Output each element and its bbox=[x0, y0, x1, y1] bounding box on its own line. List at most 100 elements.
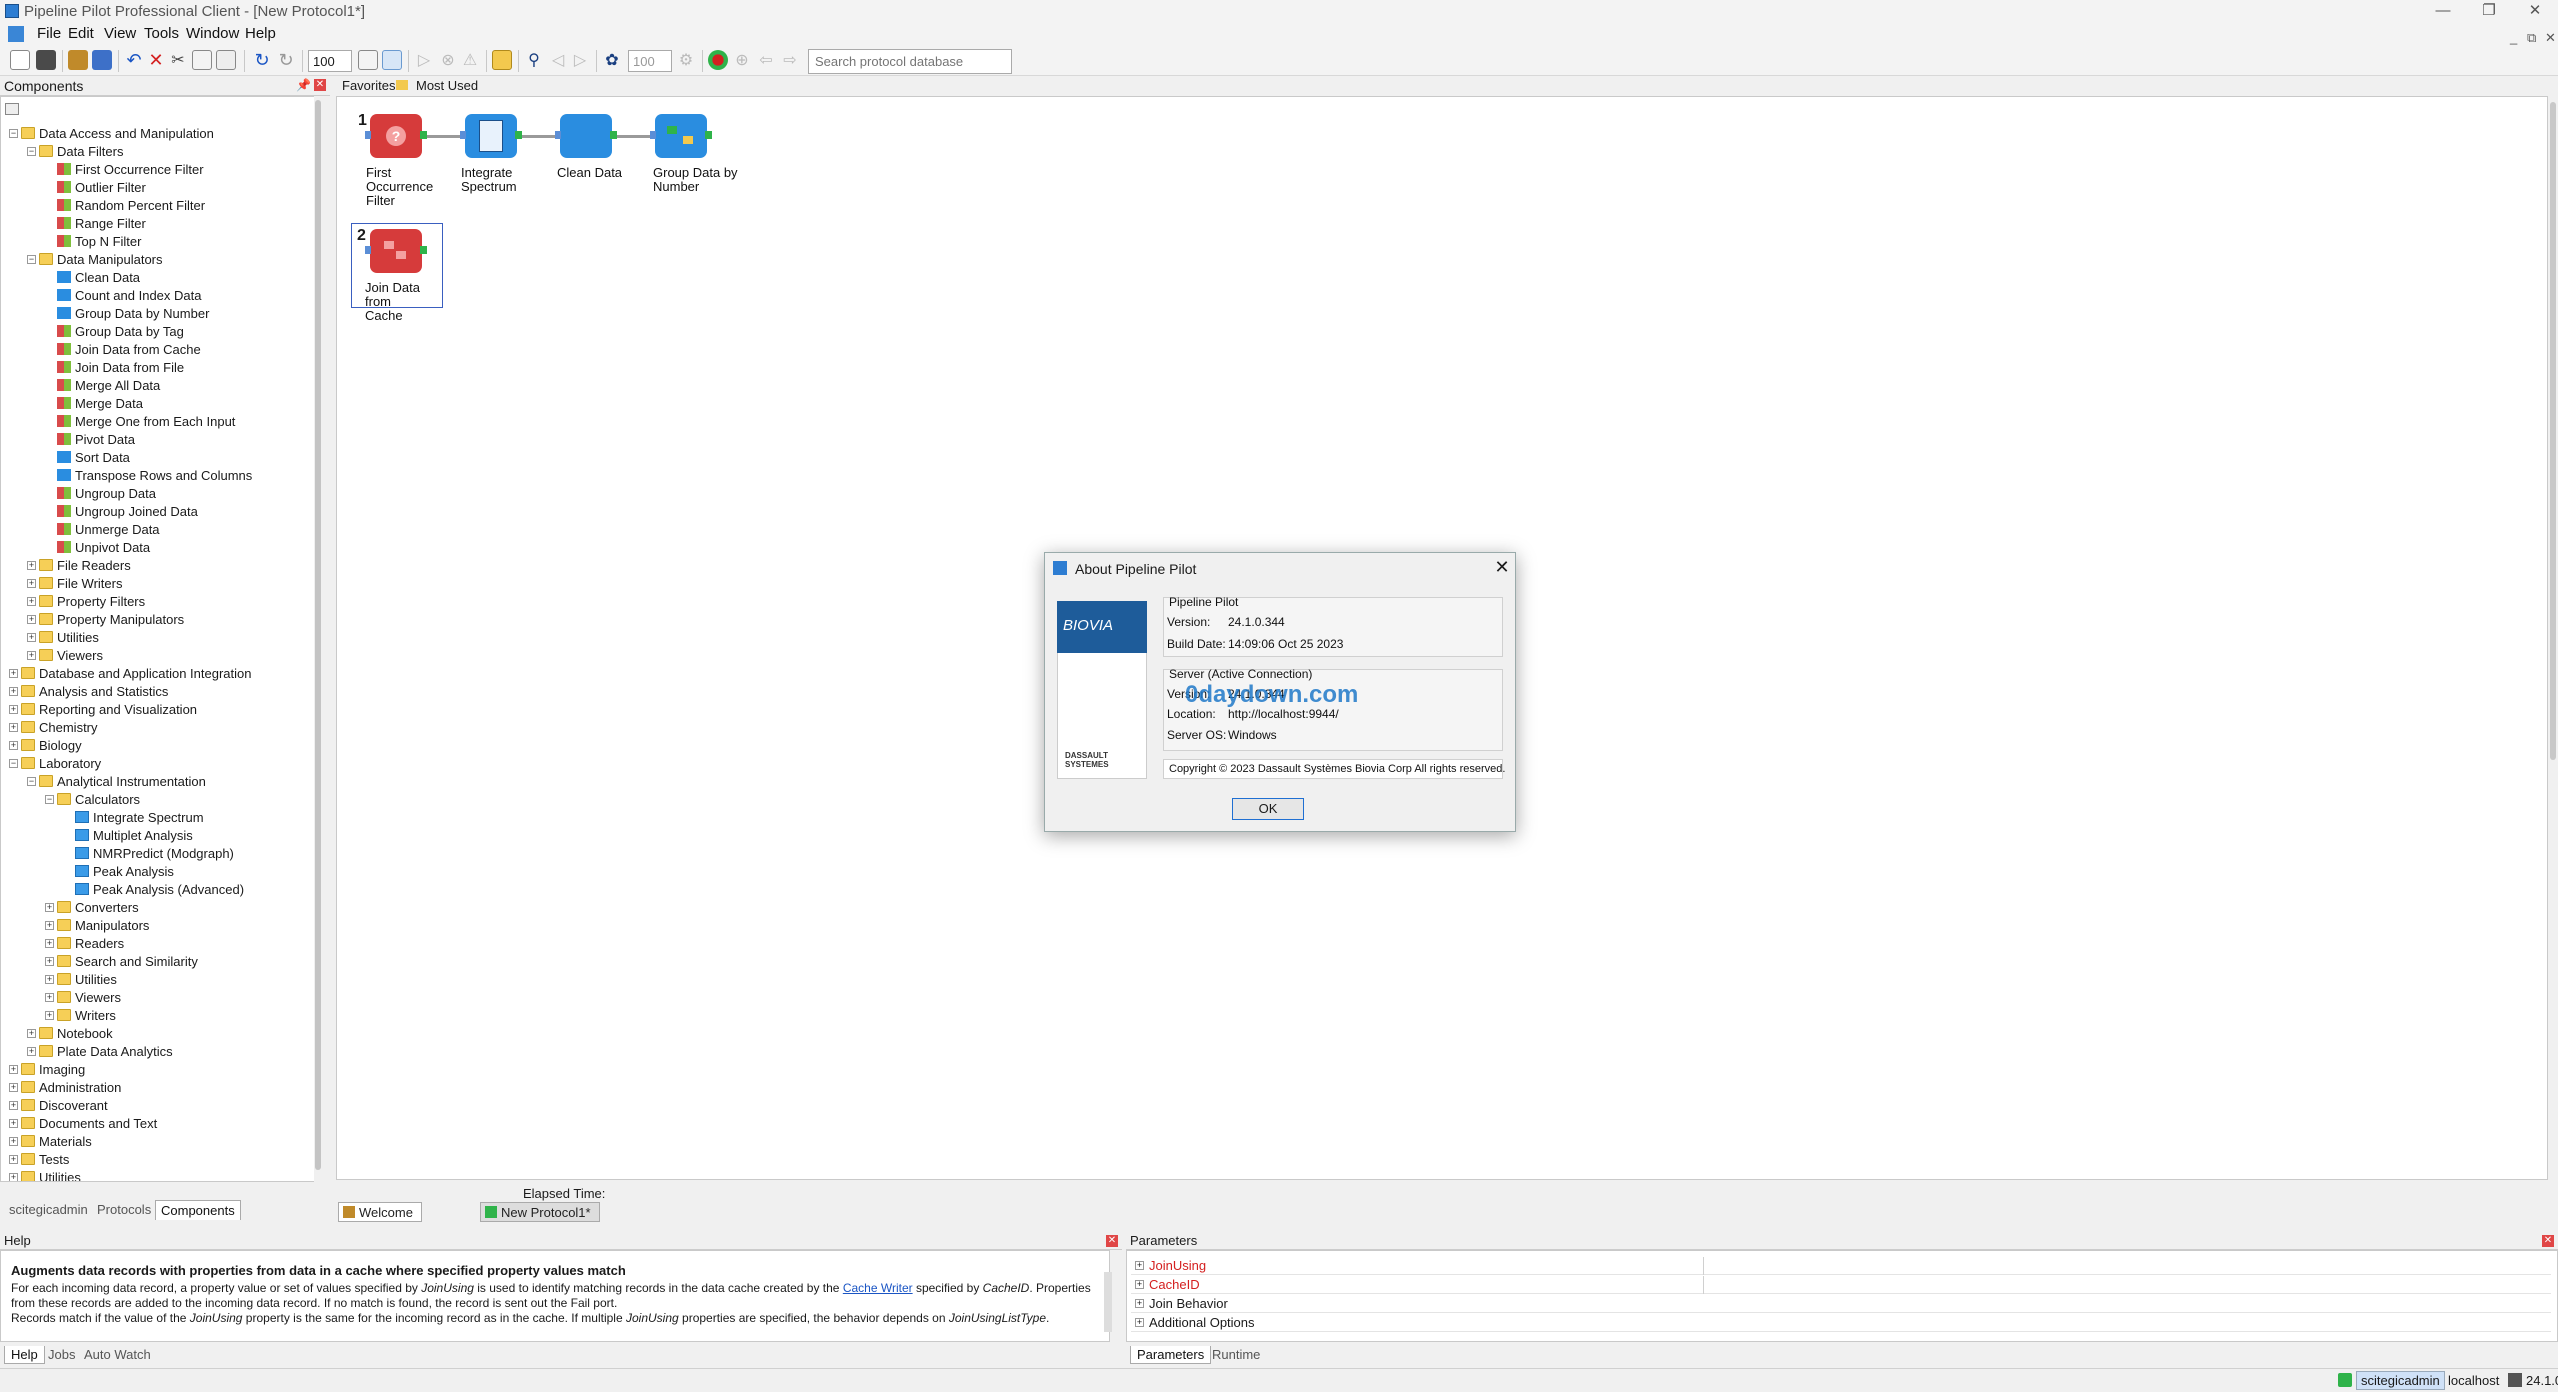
param-row-join-behavior[interactable]: + Join Behavior bbox=[1131, 1295, 2551, 1313]
menu-edit[interactable]: Edit bbox=[68, 25, 94, 42]
tab-protocols[interactable]: Protocols bbox=[92, 1200, 156, 1220]
tab-most-used[interactable]: Most Used bbox=[416, 78, 478, 93]
output-port[interactable] bbox=[420, 246, 427, 254]
expand-icon[interactable]: + bbox=[27, 561, 36, 570]
tab-parameters[interactable]: Parameters bbox=[1130, 1346, 1212, 1364]
canvas-scrollbar[interactable] bbox=[2548, 96, 2558, 1180]
collapse-icon[interactable]: − bbox=[45, 795, 54, 804]
expand-icon[interactable]: + bbox=[9, 1173, 18, 1181]
expand-icon[interactable]: + bbox=[27, 597, 36, 606]
expand-icon[interactable]: + bbox=[27, 579, 36, 588]
cache-writer-link[interactable]: Cache Writer bbox=[843, 1281, 913, 1295]
expand-icon[interactable]: + bbox=[45, 1011, 54, 1020]
copy-icon[interactable] bbox=[192, 50, 212, 70]
output-port[interactable] bbox=[610, 131, 617, 139]
tab-welcome[interactable]: Welcome bbox=[338, 1202, 422, 1222]
expand-icon[interactable]: + bbox=[27, 651, 36, 660]
expand-icon[interactable]: + bbox=[45, 921, 54, 930]
param-row-joinusing[interactable]: + JoinUsing bbox=[1131, 1257, 2551, 1275]
expand-icon[interactable]: + bbox=[27, 633, 36, 642]
close-window-button[interactable]: ✕ bbox=[2512, 0, 2558, 22]
expand-icon[interactable]: + bbox=[9, 1119, 18, 1128]
expand-icon[interactable]: + bbox=[9, 741, 18, 750]
mdi-minimize-button[interactable]: _ bbox=[2510, 30, 2517, 45]
tab-new-protocol[interactable]: New Protocol1* bbox=[480, 1202, 600, 1222]
output-port[interactable] bbox=[705, 131, 712, 139]
node-first-occurrence-filter[interactable]: ? bbox=[365, 114, 427, 158]
expand-icon[interactable]: + bbox=[9, 705, 18, 714]
tab-runtime[interactable]: Runtime bbox=[1206, 1346, 1266, 1364]
collapse-icon[interactable]: − bbox=[27, 147, 36, 156]
expand-icon[interactable]: + bbox=[27, 615, 36, 624]
play-icon[interactable]: ▷ bbox=[414, 50, 434, 70]
expand-icon[interactable]: + bbox=[45, 975, 54, 984]
node-clean-data[interactable] bbox=[555, 114, 617, 158]
back-icon[interactable]: ◁ bbox=[548, 50, 568, 70]
expand-icon[interactable]: + bbox=[1135, 1318, 1144, 1327]
node-group-data-by-number[interactable] bbox=[650, 114, 712, 158]
expand-icon[interactable]: + bbox=[9, 1083, 18, 1092]
menu-tools[interactable]: Tools bbox=[144, 25, 179, 42]
mdi-restore-button[interactable]: ⧉ bbox=[2527, 30, 2536, 46]
pin-icon[interactable]: 📌 bbox=[296, 78, 311, 92]
output-port[interactable] bbox=[420, 131, 427, 139]
prev-icon[interactable]: ⇦ bbox=[756, 50, 776, 70]
rotate-icon[interactable]: ↻ bbox=[252, 50, 272, 70]
maximize-button[interactable]: ❐ bbox=[2466, 0, 2512, 22]
expand-icon[interactable]: + bbox=[9, 723, 18, 732]
tab-auto-watch[interactable]: Auto Watch bbox=[78, 1346, 157, 1364]
input-port[interactable] bbox=[365, 131, 371, 139]
fit-icon[interactable] bbox=[358, 50, 378, 70]
search-input[interactable] bbox=[808, 49, 1012, 74]
undo-icon[interactable]: ↶ bbox=[124, 50, 144, 70]
binoculars-icon[interactable]: ⚲ bbox=[524, 50, 544, 70]
status-user[interactable]: scitegicadmin bbox=[2356, 1371, 2445, 1390]
cut-icon[interactable]: ✂ bbox=[168, 50, 188, 70]
print-icon[interactable] bbox=[68, 50, 88, 70]
help-close-icon[interactable]: ✕ bbox=[1106, 1235, 1118, 1247]
settings-icon[interactable]: ⚙ bbox=[676, 50, 696, 70]
param-value-field[interactable] bbox=[1703, 1257, 2551, 1275]
zoom2-combo[interactable]: 100 bbox=[628, 50, 672, 72]
menu-file[interactable]: File bbox=[37, 25, 61, 42]
parameters-close-icon[interactable]: ✕ bbox=[2542, 1235, 2554, 1247]
param-value-field[interactable] bbox=[1703, 1276, 2551, 1294]
stop-icon[interactable]: ⊗ bbox=[438, 50, 458, 70]
debug-icon[interactable]: ✿ bbox=[602, 50, 622, 70]
expand-icon[interactable]: + bbox=[9, 1137, 18, 1146]
expand-icon[interactable]: + bbox=[1135, 1261, 1144, 1270]
expand-icon[interactable]: + bbox=[9, 687, 18, 696]
folder-icon[interactable] bbox=[492, 50, 512, 70]
expand-icon[interactable]: + bbox=[1135, 1299, 1144, 1308]
menu-view[interactable]: View bbox=[104, 25, 136, 42]
delete-icon[interactable]: ✕ bbox=[146, 50, 166, 70]
input-port[interactable] bbox=[460, 131, 466, 139]
refresh-icon[interactable]: ↻ bbox=[276, 50, 296, 70]
input-port[interactable] bbox=[650, 131, 656, 139]
expand-icon[interactable]: + bbox=[9, 1155, 18, 1164]
expand-icon[interactable]: + bbox=[45, 939, 54, 948]
input-port[interactable] bbox=[555, 131, 561, 139]
expand-icon[interactable]: + bbox=[45, 957, 54, 966]
tree-toolbar-icon[interactable] bbox=[5, 103, 19, 115]
ok-button[interactable]: OK bbox=[1232, 798, 1304, 820]
next-icon[interactable]: ⇨ bbox=[780, 50, 800, 70]
minimize-button[interactable]: — bbox=[2420, 0, 2466, 22]
app-menu-icon[interactable] bbox=[8, 26, 24, 42]
tab-scitegicadmin[interactable]: scitegicadmin bbox=[4, 1200, 93, 1220]
mdi-close-button[interactable]: ✕ bbox=[2545, 30, 2556, 46]
menu-help[interactable]: Help bbox=[245, 25, 276, 42]
scroll-thumb[interactable] bbox=[2550, 102, 2556, 760]
tab-help[interactable]: Help bbox=[4, 1346, 45, 1364]
forward-icon[interactable]: ▷ bbox=[570, 50, 590, 70]
tab-jobs[interactable]: Jobs bbox=[42, 1346, 81, 1364]
collapse-icon[interactable]: − bbox=[9, 129, 18, 138]
expand-icon[interactable] bbox=[382, 50, 402, 70]
pause-icon[interactable]: ⚠ bbox=[460, 50, 480, 70]
expand-icon[interactable]: + bbox=[9, 669, 18, 678]
components-scrollbar[interactable] bbox=[314, 96, 322, 1182]
expand-icon[interactable]: + bbox=[1135, 1280, 1144, 1289]
zoom-combo[interactable]: 100 bbox=[308, 50, 352, 72]
output-port[interactable] bbox=[515, 131, 522, 139]
help-scrollbar[interactable] bbox=[1104, 1272, 1112, 1332]
